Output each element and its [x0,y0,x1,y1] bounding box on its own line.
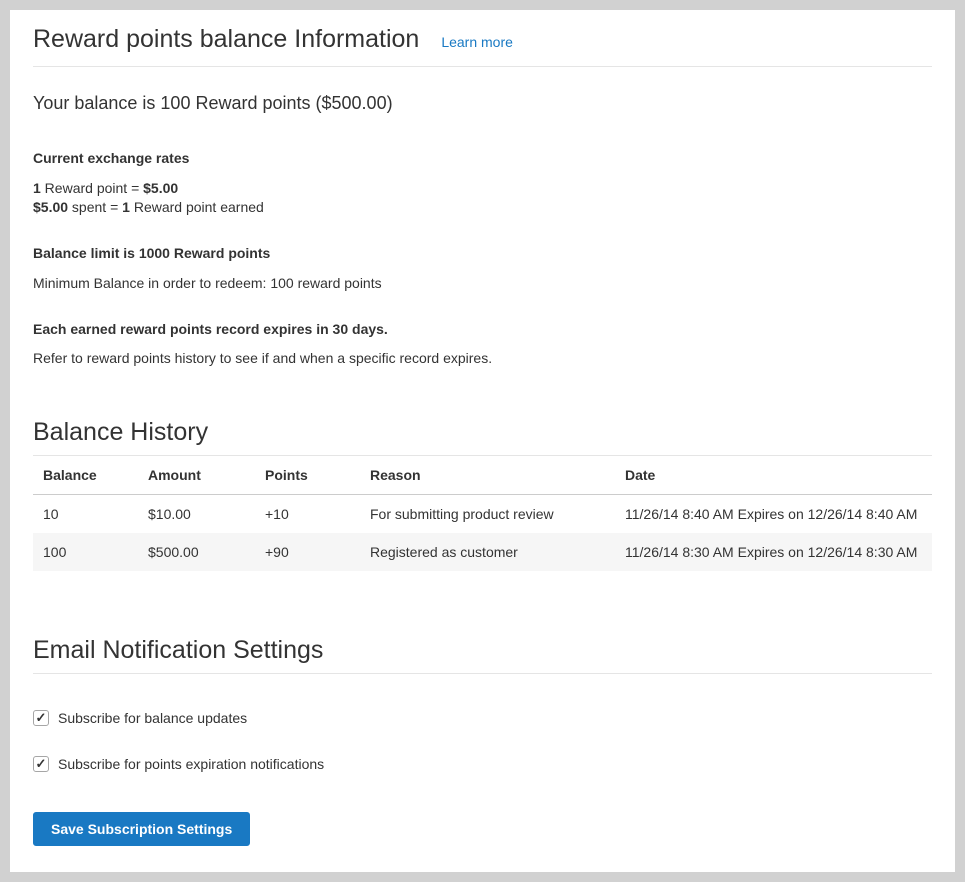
cell-amount: $500.00 [138,533,255,571]
cell-points: +10 [255,495,360,534]
content-card: Reward points balance Information Learn … [10,10,955,872]
exchange-rate-line-2: $5.00 spent = 1 Reward point earned [33,198,932,217]
column-header-balance: Balance [33,456,138,495]
column-header-date: Date [615,456,932,495]
subscribe-expiration-notifications-checkbox[interactable] [33,756,49,772]
exchange-rate-line-1: 1 Reward point = $5.00 [33,179,932,198]
table-header-row: Balance Amount Points Reason Date [33,456,932,495]
subscribe-balance-updates-row[interactable]: Subscribe for balance updates [33,710,932,726]
rate2-points: 1 [122,199,130,215]
page-background: Reward points balance Information Learn … [0,0,965,882]
subscribe-expiration-notifications-row[interactable]: Subscribe for points expiration notifica… [33,756,932,772]
save-subscription-settings-button[interactable]: Save Subscription Settings [33,812,250,846]
rate2-value: $5.00 [33,199,68,215]
expiration-title: Each earned reward points record expires… [33,321,932,338]
exchange-rates-heading: Current exchange rates [33,150,932,167]
rate2-text1: spent = [68,199,122,215]
balance-summary: Your balance is 100 Reward points ($500.… [33,92,932,114]
rate2-text2: Reward point earned [130,199,264,215]
cell-balance: 10 [33,495,138,534]
cell-balance: 100 [33,533,138,571]
balance-limit-text: Balance limit is 1000 Reward points [33,245,932,262]
page-title: Reward points balance Information [33,24,419,54]
rate1-text: Reward point = [41,180,143,196]
cell-date: 11/26/14 8:30 AM Expires on 12/26/14 8:3… [615,533,932,571]
cell-date: 11/26/14 8:40 AM Expires on 12/26/14 8:4… [615,495,932,534]
balance-history-table: Balance Amount Points Reason Date 10 $10… [33,456,932,571]
column-header-amount: Amount [138,456,255,495]
learn-more-link[interactable]: Learn more [441,34,513,50]
cell-reason: Registered as customer [360,533,615,571]
rate1-value: $5.00 [143,180,178,196]
exchange-rates-block: 1 Reward point = $5.00 $5.00 spent = 1 R… [33,179,932,217]
email-notification-divider [33,673,932,674]
cell-points: +90 [255,533,360,571]
table-row: 10 $10.00 +10 For submitting product rev… [33,495,932,534]
cell-amount: $10.00 [138,495,255,534]
minimum-balance-text: Minimum Balance in order to redeem: 100 … [33,275,932,292]
expiration-note: Refer to reward points history to see if… [33,350,932,367]
column-header-points: Points [255,456,360,495]
table-row: 100 $500.00 +90 Registered as customer 1… [33,533,932,571]
balance-history-heading: Balance History [33,417,932,447]
header-divider [33,66,932,67]
subscribe-balance-updates-label: Subscribe for balance updates [58,710,247,726]
rate1-points: 1 [33,180,41,196]
cell-reason: For submitting product review [360,495,615,534]
column-header-reason: Reason [360,456,615,495]
email-notification-heading: Email Notification Settings [33,635,932,665]
page-header: Reward points balance Information Learn … [33,24,932,54]
subscribe-balance-updates-checkbox[interactable] [33,710,49,726]
subscribe-expiration-notifications-label: Subscribe for points expiration notifica… [58,756,324,772]
